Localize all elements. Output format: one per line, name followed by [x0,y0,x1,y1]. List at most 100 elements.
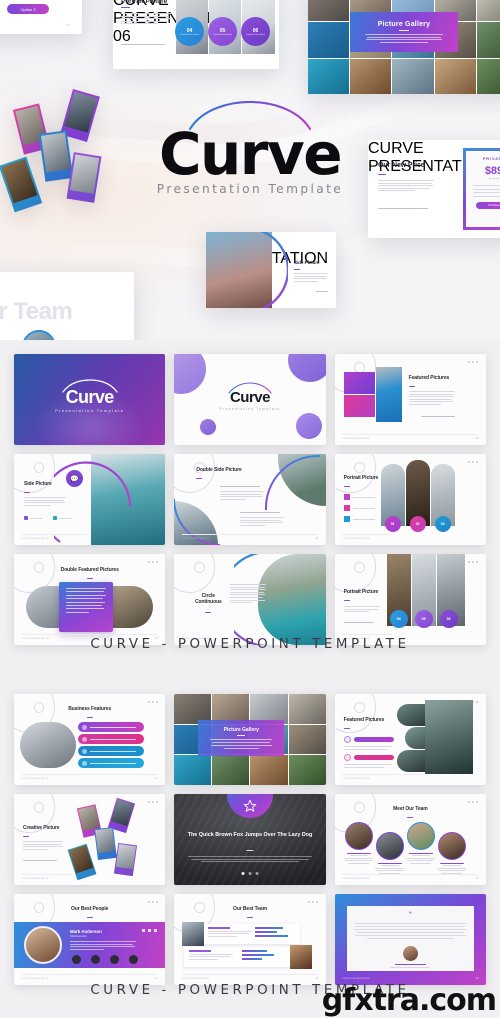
hero-portrait-body [121,13,171,25]
quote-headline: The Quick Brown Fox Jumps Over The Lazy … [187,832,313,838]
slide-business-features[interactable]: Business Features CURVE PRESENTATION 10 [14,694,166,785]
slide-title: Double Side Picture [196,467,242,473]
slide-title: Portrait Picture [343,475,379,481]
gallery-overlay-card: Picture Gallery [198,720,285,756]
team-member[interactable] [344,822,374,864]
slide-title: Double Featured Pictures [60,567,119,573]
feature-bar[interactable] [78,746,144,756]
team-member[interactable] [375,832,405,874]
slide-title: Featured Pictures [408,375,450,381]
team-member[interactable] [437,832,467,874]
slide-title: Portrait Picture [343,589,379,595]
portrait-badge: 03 [434,516,451,532]
star-icon [243,799,257,812]
heart-icon [343,754,351,761]
hero-slide-our-team[interactable]: Our Team [0,272,134,340]
curve-arc-icon [188,101,312,131]
slide-our-best-team[interactable]: Our Best Team CURVE PRESENTATION 18 [174,894,326,985]
slide-title: Our Best People [70,906,109,912]
hero-price-cta[interactable]: Purchase [476,201,500,209]
person-name: Mark Anderson [70,929,102,934]
portrait-badge: 01 [384,516,401,532]
target-icon [82,736,87,742]
brand-logo: Curve Presentation Template [0,101,500,197]
quote-icon: “ [408,912,412,918]
slide-grid-one: Curve Presentation Template Curve Presen… [14,354,486,645]
stat-badge [72,955,81,964]
slide-testimonial-gradient[interactable]: “ CURVE PRESENTATION 19 [334,894,486,985]
slide-title: Our Best Team [233,906,267,912]
gallery-one-caption: CURVE - POWERPOINT TEMPLATE [90,637,410,652]
hero-portrait-badge-06: 06 Creative Picture Name [241,17,270,46]
portrait-badge: 02 [409,516,426,532]
brand-name: Curve [158,120,343,188]
badge-caption: Creative Picture Name [245,33,266,36]
hero-portrait-badge-05: 05 Creative Picture Name [208,17,237,46]
hero-portrait-badge-04: 04 Creative Picture Name [175,17,204,46]
hero-portrait-title: Portrait Picture [121,0,168,5]
option-panel-number: 03 [66,23,70,27]
link-icon [82,724,87,730]
brand-tagline: Presentation Template [156,182,344,197]
slide-cover-bubbles[interactable]: Curve Presentation Template [174,354,326,445]
slide-grid-two: Business Features CURVE PRESENTATION10 [14,694,486,985]
hero-our-team-title: Our Team [0,298,73,325]
hero-slide-side-picture[interactable]: Side Picture CURVE PRESENTATION [206,232,336,308]
hero-banner: Option 3 03 Portrait Picture 04 Creative… [0,0,500,340]
hero-slide-option3[interactable]: Option 3 03 [0,0,82,34]
stat-badge [91,955,100,964]
slide-quote-dark[interactable]: The Quick Brown Fox Jumps Over The Lazy … [174,794,326,885]
slide-title: Circle Continuous [194,593,222,605]
person-role: Chief Executive [70,935,87,938]
stat-badge [110,955,119,964]
team-member[interactable] [406,822,436,864]
cover-tagline: Presentation Template [219,407,281,411]
slide-title: Creative Picture [23,825,60,831]
people-banner: Mark Anderson Chief Executive [14,922,166,968]
stat-badge [129,955,138,964]
slide-double-featured-pictures[interactable]: Double Featured Pictures CURVE PRESENTAT… [14,554,166,645]
slide-title: Business Features [68,706,112,712]
slide-portrait-picture-a[interactable]: Portrait Picture 01 02 03 CURVE PRESENTA… [334,454,486,545]
gallery-band-one: Curve Presentation Template Curve Presen… [0,340,500,676]
slide-portrait-picture-b[interactable]: Portrait Picture 04 05 06 CURVE PRESENTA… [334,554,486,645]
hero-slide-portrait-picture[interactable]: Portrait Picture 04 Creative Picture Nam… [113,0,279,69]
slide-circle-continuous[interactable]: Circle Continuous CURVE PRESENTATION [174,554,326,645]
portrait-badge: 05 [414,610,433,628]
badge-caption: Creative Picture Name [212,33,233,36]
feature-bar[interactable] [78,734,144,744]
creative-polaroid-cluster [67,797,156,882]
slide-creative-picture[interactable]: Creative Picture CURVE PRESENTATION [14,794,166,885]
portrait-badge: 06 [439,610,458,628]
mobile-icon [343,736,351,743]
slide-featured-pictures[interactable]: Featured Pictures CURVE PRESENTATION 03 [334,354,486,445]
slide-our-best-people[interactable]: Our Best People Mark Anderson Chief Exec… [14,894,166,985]
cover-tagline: Presentation Template [55,408,125,413]
slide-meet-our-team[interactable]: Meet Our Team CURVE PRESENTATION 15 [334,794,486,885]
hero-gallery-title: Picture Gallery [377,21,431,29]
slide-featured-pictures-2[interactable]: Featured Pictures CURVE PRESENTATION [334,694,486,785]
site-watermark: gfxtra.com [321,983,497,1018]
avatar [24,926,62,964]
slide-title: Featured Pictures [343,717,385,723]
gallery-band-two: Business Features CURVE PRESENTATION10 [0,676,500,1016]
slide-cover-photo[interactable]: Curve Presentation Template [14,354,166,445]
team-row[interactable] [184,945,313,969]
badge-caption: Creative Picture Name [179,33,200,36]
slide-title: Picture Gallery [223,727,259,733]
team-row[interactable] [182,922,301,946]
feature-bar[interactable] [78,758,144,768]
slide-double-side-picture[interactable]: Double Side Picture CURVE PRESENTATION 05 [174,454,326,545]
slide-side-picture[interactable]: 💬 Side Picture CURVE PRESENTATION [14,454,166,545]
hero-side-title: Side Picture [294,260,320,265]
avatar [402,946,418,962]
slide-picture-gallery[interactable]: Picture Gallery [174,694,326,785]
option-badge: Option 3 [7,4,49,14]
slide-title: Side Picture [24,481,52,487]
share-icon [82,748,87,754]
slide-title: Meet Our Team [393,806,428,812]
hero-slide-picture-gallery[interactable]: Picture Gallery [308,0,500,94]
feature-bar[interactable] [78,722,144,732]
chat-bubble-icon: 💬 [66,470,83,487]
globe-icon [82,760,87,766]
